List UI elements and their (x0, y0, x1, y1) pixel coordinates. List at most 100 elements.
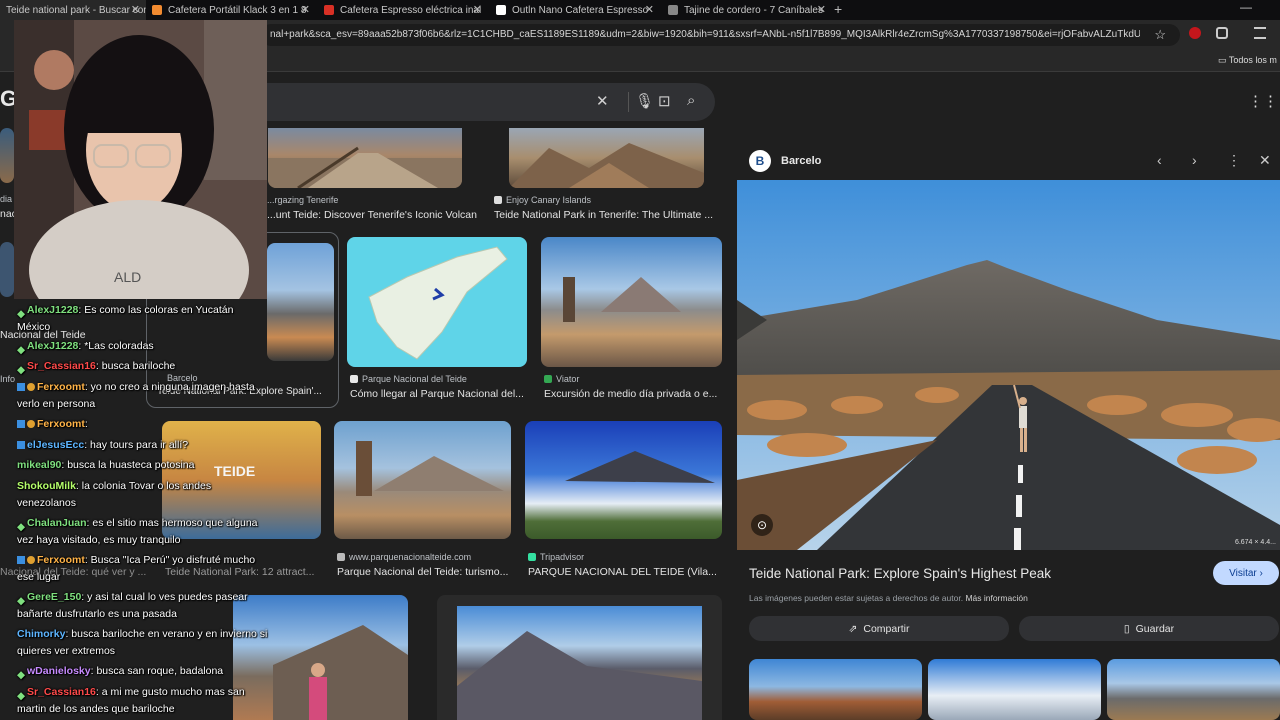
search-box[interactable]: ✕ 🎙 ⊡ ⌕ (240, 83, 715, 121)
image-dimensions: 6.674 × 4.4... (1234, 539, 1276, 546)
new-tab-button[interactable]: + (834, 1, 842, 17)
result-thumbnail[interactable] (268, 128, 462, 188)
result-source-fragment: dia (0, 194, 13, 204)
result-title[interactable]: ...unt Teide: Discover Tenerife's Iconic… (267, 209, 477, 221)
favicon-icon (496, 5, 506, 15)
chat-user: mikeal90 (17, 459, 62, 471)
chat-user: ChalanJuan (27, 517, 87, 529)
related-image[interactable] (1107, 659, 1280, 720)
result-title[interactable]: PARQUE NACIONAL DEL TEIDE (Vila... (528, 566, 718, 578)
close-tab-icon[interactable]: ✕ (131, 3, 140, 16)
all-bookmarks-folder[interactable]: ▭ Todos los m (1218, 55, 1277, 66)
result-title[interactable]: Cómo llegar al Parque Nacional del... (350, 388, 525, 400)
source-label: Parque Nacional del Teide (362, 374, 467, 384)
chat-user: ShokouMilk (17, 480, 76, 492)
save-button[interactable]: ▯ Guardar (1019, 616, 1279, 641)
teide-clouds-image (565, 451, 715, 483)
lens-search-icon[interactable]: ⊙ (751, 514, 773, 536)
stream-chat: ◆ AlexJ1228: Es como las coloras en Yucat… (0, 300, 272, 720)
chat-user: GereE_150 (27, 591, 82, 603)
bookmarks-label: Todos los m (1228, 55, 1277, 65)
search-icon[interactable]: ⌕ (687, 92, 695, 109)
address-bar[interactable]: nal+park&sca_esv=89aaa52b873f06b6&rlz=1C… (260, 24, 1180, 46)
chat-message: ◆ ChalanJuan: es el sitio mas hermoso que… (17, 517, 258, 546)
minimize-window-button[interactable]: — (1240, 0, 1252, 14)
tab-google-search[interactable]: Teide national park - Buscar con ✕ (0, 0, 146, 20)
close-tab-icon[interactable]: ✕ (817, 3, 826, 16)
reading-list-icon[interactable] (1254, 27, 1266, 39)
more-info-link[interactable]: Más información (965, 593, 1027, 603)
related-image[interactable] (749, 659, 922, 720)
more-options-icon[interactable]: ⋮ (1227, 152, 1241, 169)
extension-icon[interactable] (1189, 27, 1201, 39)
share-button[interactable]: ⇗ Compartir (749, 616, 1009, 641)
chat-message: ◆ Sr_Cassian16: busca bariloche (17, 360, 176, 377)
result-source: Enjoy Canary Islands (494, 195, 724, 205)
result-title[interactable]: Excursión de medio día privada o e... (544, 388, 722, 400)
chat-user: AlexJ1228 (27, 340, 79, 352)
extensions-puzzle-icon[interactable] (1216, 27, 1228, 39)
previous-image-icon[interactable]: ‹ (1157, 152, 1162, 168)
close-tab-icon[interactable]: ✕ (473, 3, 482, 16)
result-thumbnail[interactable] (541, 237, 722, 367)
webcam-feed: ALD (14, 20, 267, 299)
tab-tajine[interactable]: Tajine de cordero - 7 Caníbales ✕ (662, 0, 832, 20)
chat-message: Chimorky: busca bariloche en verano y en… (17, 626, 269, 660)
source-favicon-icon (350, 375, 358, 383)
tab-klack[interactable]: Cafetera Portátil Klack 3 en 1 8 ✕ (146, 0, 316, 20)
chat-text: : busca bariloche (95, 360, 176, 372)
chat-user: Ferxoomt (37, 554, 85, 566)
result-thumbnail[interactable] (525, 421, 722, 539)
result-thumbnail[interactable] (334, 421, 511, 539)
source-label: Viator (556, 374, 580, 384)
chat-user: wDanielosky (27, 665, 91, 677)
chat-message: ◆ wDanielosky: busca san roque, badalona (17, 665, 224, 682)
google-apps-icon[interactable]: ⋮⋮⋮ (1248, 92, 1280, 110)
visit-button[interactable]: Visitar › (1213, 561, 1279, 585)
related-image[interactable] (928, 659, 1101, 720)
next-image-icon[interactable]: › (1192, 152, 1197, 168)
source-name[interactable]: Barcelo (781, 155, 821, 167)
screen: Teide national park - Buscar con ✕ Cafet… (0, 0, 1280, 720)
copyright-notice: Las imágenes pueden estar sujetas a dere… (749, 593, 1028, 603)
result-thumbnail[interactable] (0, 242, 14, 297)
result-thumbnail[interactable] (347, 237, 527, 367)
voice-search-icon[interactable]: 🎙 (628, 92, 654, 112)
result-thumbnail (457, 606, 702, 720)
result-source: Parque Nacional del Teide (350, 374, 530, 384)
result-card[interactable] (437, 595, 722, 720)
visit-label: Visitar (1229, 567, 1257, 579)
source-favicon-icon (528, 553, 536, 561)
tab-outln[interactable]: Outln Nano Cafetera Espresso ✕ (490, 0, 660, 20)
chat-text: : busca la huasteca potosina (61, 459, 195, 471)
result-title[interactable]: Parque Nacional del Teide: turismo... (337, 566, 517, 578)
source-favicon-icon (494, 196, 502, 204)
clear-search-icon[interactable]: ✕ (596, 92, 609, 110)
chat-user: Sr_Cassian16 (27, 360, 96, 372)
chat-user: Ferxoomt (37, 381, 85, 393)
close-panel-icon[interactable]: ✕ (1259, 152, 1271, 169)
result-thumbnail[interactable] (509, 128, 704, 188)
canyon-image (509, 143, 704, 188)
streamer-webcam: ALD (14, 20, 267, 299)
result-thumbnail[interactable] (0, 128, 14, 183)
image-search-icon[interactable]: ⊡ (658, 92, 671, 110)
source-label: www.parquenacionalteide.com (349, 552, 472, 562)
copyright-text: Las imágenes pueden estar sujetas a dere… (749, 593, 964, 603)
close-tab-icon[interactable]: ✕ (301, 3, 310, 16)
tab-cafetera-espresso[interactable]: Cafetera Espresso eléctrica inal ✕ (318, 0, 488, 20)
tenerife-map-image (368, 246, 508, 360)
bookmark-star-icon[interactable]: ☆ (1154, 27, 1166, 43)
preview-image[interactable]: ⊙ 6.674 × 4.4... (737, 180, 1280, 550)
hoodie-print: ALD (114, 269, 141, 285)
image-detail-panel: B Barcelo ‹ › ⋮ ✕ ⊙ 6.674 × 4.4... Teide… (737, 140, 1280, 720)
chat-user: Sr_Cassian16 (27, 686, 96, 698)
source-favicon-icon (337, 553, 345, 561)
image-title[interactable]: Teide National Park: Explore Spain's Hig… (749, 566, 1051, 581)
close-tab-icon[interactable]: ✕ (645, 3, 654, 16)
chat-user: Ferxoomt (37, 418, 85, 430)
result-title[interactable]: Teide National Park in Tenerife: The Ult… (494, 209, 719, 221)
url-text: nal+park&sca_esv=89aaa52b873f06b6&rlz=1C… (270, 29, 1140, 40)
source-label: Tripadvisor (540, 552, 585, 562)
chat-message: Ferxoomt: yo no creo a ninguna imagen ha… (17, 379, 269, 413)
